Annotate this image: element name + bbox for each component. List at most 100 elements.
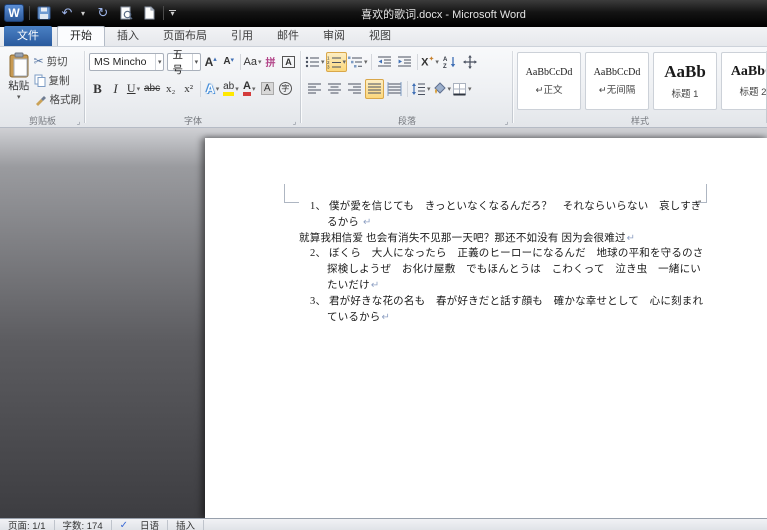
- change-case-button[interactable]: Aa ▾: [244, 52, 262, 72]
- insert-mode-status[interactable]: 插入: [168, 519, 203, 530]
- spellcheck-icon[interactable]: ✓: [112, 519, 132, 530]
- grow-font-button[interactable]: A▴: [202, 52, 219, 72]
- paste-dropdown-icon[interactable]: ▾: [17, 93, 21, 101]
- subscript-button[interactable]: x₂: [162, 79, 179, 99]
- paragraph-dialog-launcher[interactable]: ⌟: [502, 117, 511, 126]
- style-标题 1[interactable]: AaBb 标题 1: [653, 52, 717, 110]
- tab-文件[interactable]: 文件: [4, 26, 52, 46]
- style-无间隔[interactable]: AaBbCcDd ↵无间隔: [585, 52, 649, 110]
- underline-button[interactable]: U ▾: [125, 79, 142, 99]
- doc-line-8[interactable]: ているから↵: [327, 310, 703, 326]
- doc-line-text: 探検しようぜ お化け屋敷 でもほんとうは こわくって 泣き虫 一緒にい: [327, 264, 701, 276]
- undo-icon[interactable]: ↶: [58, 4, 76, 22]
- multilevel-list-button[interactable]: ▾: [348, 52, 368, 72]
- doc-line-1[interactable]: 1、 僕が愛を信じても きっといなくなるんだろ？ それならいらない 哀しすぎ: [310, 199, 703, 215]
- show-hide-marks-button[interactable]: [461, 52, 480, 72]
- document-workspace: 1、 僕が愛を信じても きっといなくなるんだろ？ それならいらない 哀しすぎ るか…: [0, 128, 767, 518]
- svg-text:A: A: [443, 57, 448, 63]
- highlight-color-button[interactable]: ab ▾: [222, 79, 240, 99]
- style-标题 2[interactable]: AaBbC 标题 2: [721, 52, 767, 110]
- font-size-combobox[interactable]: 五号 ▾: [167, 49, 202, 76]
- distribute-button[interactable]: [385, 79, 404, 99]
- undo-dropdown-icon[interactable]: ▾: [81, 9, 89, 18]
- doc-line-3[interactable]: 就算我相信爱 也会有消失不见那一天吧？那还不如没有 因为会很难过↵: [299, 231, 703, 247]
- paste-label: 粘贴: [8, 80, 30, 92]
- styles-group: AaBbCcDd ↵正文 AaBbCcDd ↵无间隔 AaBb 标题 1 AaBbC 标题 2…: [513, 47, 767, 127]
- shading-button[interactable]: ▾: [432, 79, 451, 99]
- document-text: 1、 僕が愛を信じても きっといなくなるんだろ？ それならいらない 哀しすぎ るか…: [299, 199, 703, 325]
- font-name-combobox[interactable]: MS Mincho ▾: [89, 52, 165, 71]
- superscript-button[interactable]: x²: [180, 79, 197, 99]
- format-painter-button[interactable]: 格式刷: [34, 91, 81, 107]
- doc-line-4[interactable]: 2、 ぼくら 大人になったら 正義のヒーローになるんだ 地球の平和を守るのさ: [310, 246, 703, 262]
- format-painter-icon: [35, 95, 46, 106]
- bold-button[interactable]: B: [89, 79, 106, 99]
- copy-button[interactable]: 复制: [34, 72, 82, 88]
- tab-插入[interactable]: 插入: [105, 27, 151, 46]
- character-border-button[interactable]: A: [280, 52, 297, 72]
- align-center-button[interactable]: [325, 79, 344, 99]
- italic-button[interactable]: I: [107, 79, 124, 99]
- doc-line-text: 2、 ぼくら 大人になったら 正義のヒーローになるんだ 地球の平和を守るのさ: [310, 248, 704, 260]
- doc-line-2[interactable]: るから ↵: [327, 215, 703, 231]
- svg-text:Z: Z: [443, 64, 447, 69]
- tab-页面布局[interactable]: 页面布局: [151, 27, 219, 46]
- paragraph-mark-icon: ↵: [626, 232, 636, 244]
- multilevel-list-icon: [348, 56, 363, 67]
- document-page[interactable]: 1、 僕が愛を信じても きっといなくなるんだろ？ それならいらない 哀しすぎ るか…: [205, 138, 767, 518]
- qat-separator: [29, 6, 30, 20]
- bullets-button[interactable]: ▾: [305, 52, 325, 72]
- strikethrough-button[interactable]: abc: [143, 79, 161, 99]
- page-number-status[interactable]: 页面: 1/1: [0, 519, 54, 530]
- style-正文[interactable]: AaBbCcDd ↵正文: [517, 52, 581, 110]
- font-name-dropdown-icon[interactable]: ▾: [154, 53, 161, 70]
- font-color-button[interactable]: A ▾: [241, 79, 258, 99]
- shrink-font-button[interactable]: A▾: [220, 52, 237, 72]
- borders-button[interactable]: ▾: [452, 79, 472, 99]
- doc-line-text: 就算我相信爱 也会有消失不见那一天吧？那还不如没有 因为会很难过: [299, 232, 626, 244]
- align-left-button[interactable]: [305, 79, 324, 99]
- tab-引用[interactable]: 引用: [219, 27, 265, 46]
- justify-icon: [368, 83, 381, 93]
- style-name: ↵无间隔: [598, 84, 636, 96]
- justify-button[interactable]: [365, 78, 384, 99]
- increase-indent-button[interactable]: [395, 52, 414, 72]
- borders-icon: [453, 82, 467, 95]
- font-group: MS Mincho ▾ 五号 ▾ A▴ A▾ Aa ▾ 拼 A B I U ▾ ab…: [85, 47, 301, 127]
- decrease-indent-button[interactable]: [375, 52, 394, 72]
- tab-邮件[interactable]: 邮件: [265, 27, 311, 46]
- font-size-dropdown-icon[interactable]: ▾: [191, 53, 198, 70]
- doc-line-text: るから: [327, 216, 362, 228]
- text-effects-button[interactable]: A ▾: [204, 79, 221, 99]
- ribbon-home: 粘贴 ▾ ✂ 剪切 复制 格式刷 剪贴板 ⌟ MS Mincho ▾ 五号 ▾ …: [0, 47, 767, 128]
- enclose-characters-button[interactable]: 字: [277, 79, 294, 99]
- language-status[interactable]: 日语: [132, 519, 167, 530]
- line-spacing-button[interactable]: ▾: [411, 79, 431, 99]
- character-shading-button[interactable]: A: [259, 79, 276, 99]
- sort-button[interactable]: AZ: [441, 52, 460, 72]
- clipboard-dialog-launcher[interactable]: ⌟: [74, 117, 83, 126]
- status-separator: [203, 520, 205, 530]
- tab-视图[interactable]: 视图: [357, 27, 403, 46]
- tab-审阅[interactable]: 审阅: [311, 27, 357, 46]
- word-logo-icon[interactable]: W: [4, 4, 24, 22]
- paste-button[interactable]: 粘贴 ▾: [4, 50, 34, 112]
- cut-label: 剪切: [46, 55, 68, 68]
- tab-开始[interactable]: 开始: [57, 26, 105, 46]
- doc-line-6[interactable]: たいだけ↵: [327, 278, 703, 294]
- doc-line-7[interactable]: 3、 君が好きな花の名も 春が好きだと話す顔も 確かな幸せとして 心に刻まれ: [310, 294, 703, 310]
- doc-line-text: たいだけ: [327, 279, 370, 291]
- redo-icon[interactable]: ↻: [94, 4, 112, 22]
- word-count-status[interactable]: 字数: 174: [55, 519, 111, 530]
- cut-button[interactable]: ✂ 剪切: [34, 53, 82, 69]
- align-right-button[interactable]: [345, 79, 364, 99]
- numbering-button[interactable]: 123 ▾: [325, 51, 348, 72]
- font-dialog-launcher[interactable]: ⌟: [290, 117, 299, 126]
- styles-gallery: AaBbCcDd ↵正文 AaBbCcDd ↵无间隔 AaBb 标题 1 AaBbC 标题 2…: [517, 50, 767, 110]
- asian-layout-button[interactable]: X✦ ▾: [421, 52, 440, 72]
- doc-line-5[interactable]: 探検しようぜ お化け屋敷 でもほんとうは こわくって 泣き虫 一緒にい: [327, 262, 703, 278]
- pinyin-guide-button[interactable]: 拼: [262, 52, 279, 72]
- copy-label: 复制: [48, 74, 70, 87]
- title-bar: W ↶ ▾ ↻ ▾ 喜欢的歌词.docx - Microsoft Word: [0, 0, 767, 27]
- save-icon[interactable]: [35, 4, 53, 22]
